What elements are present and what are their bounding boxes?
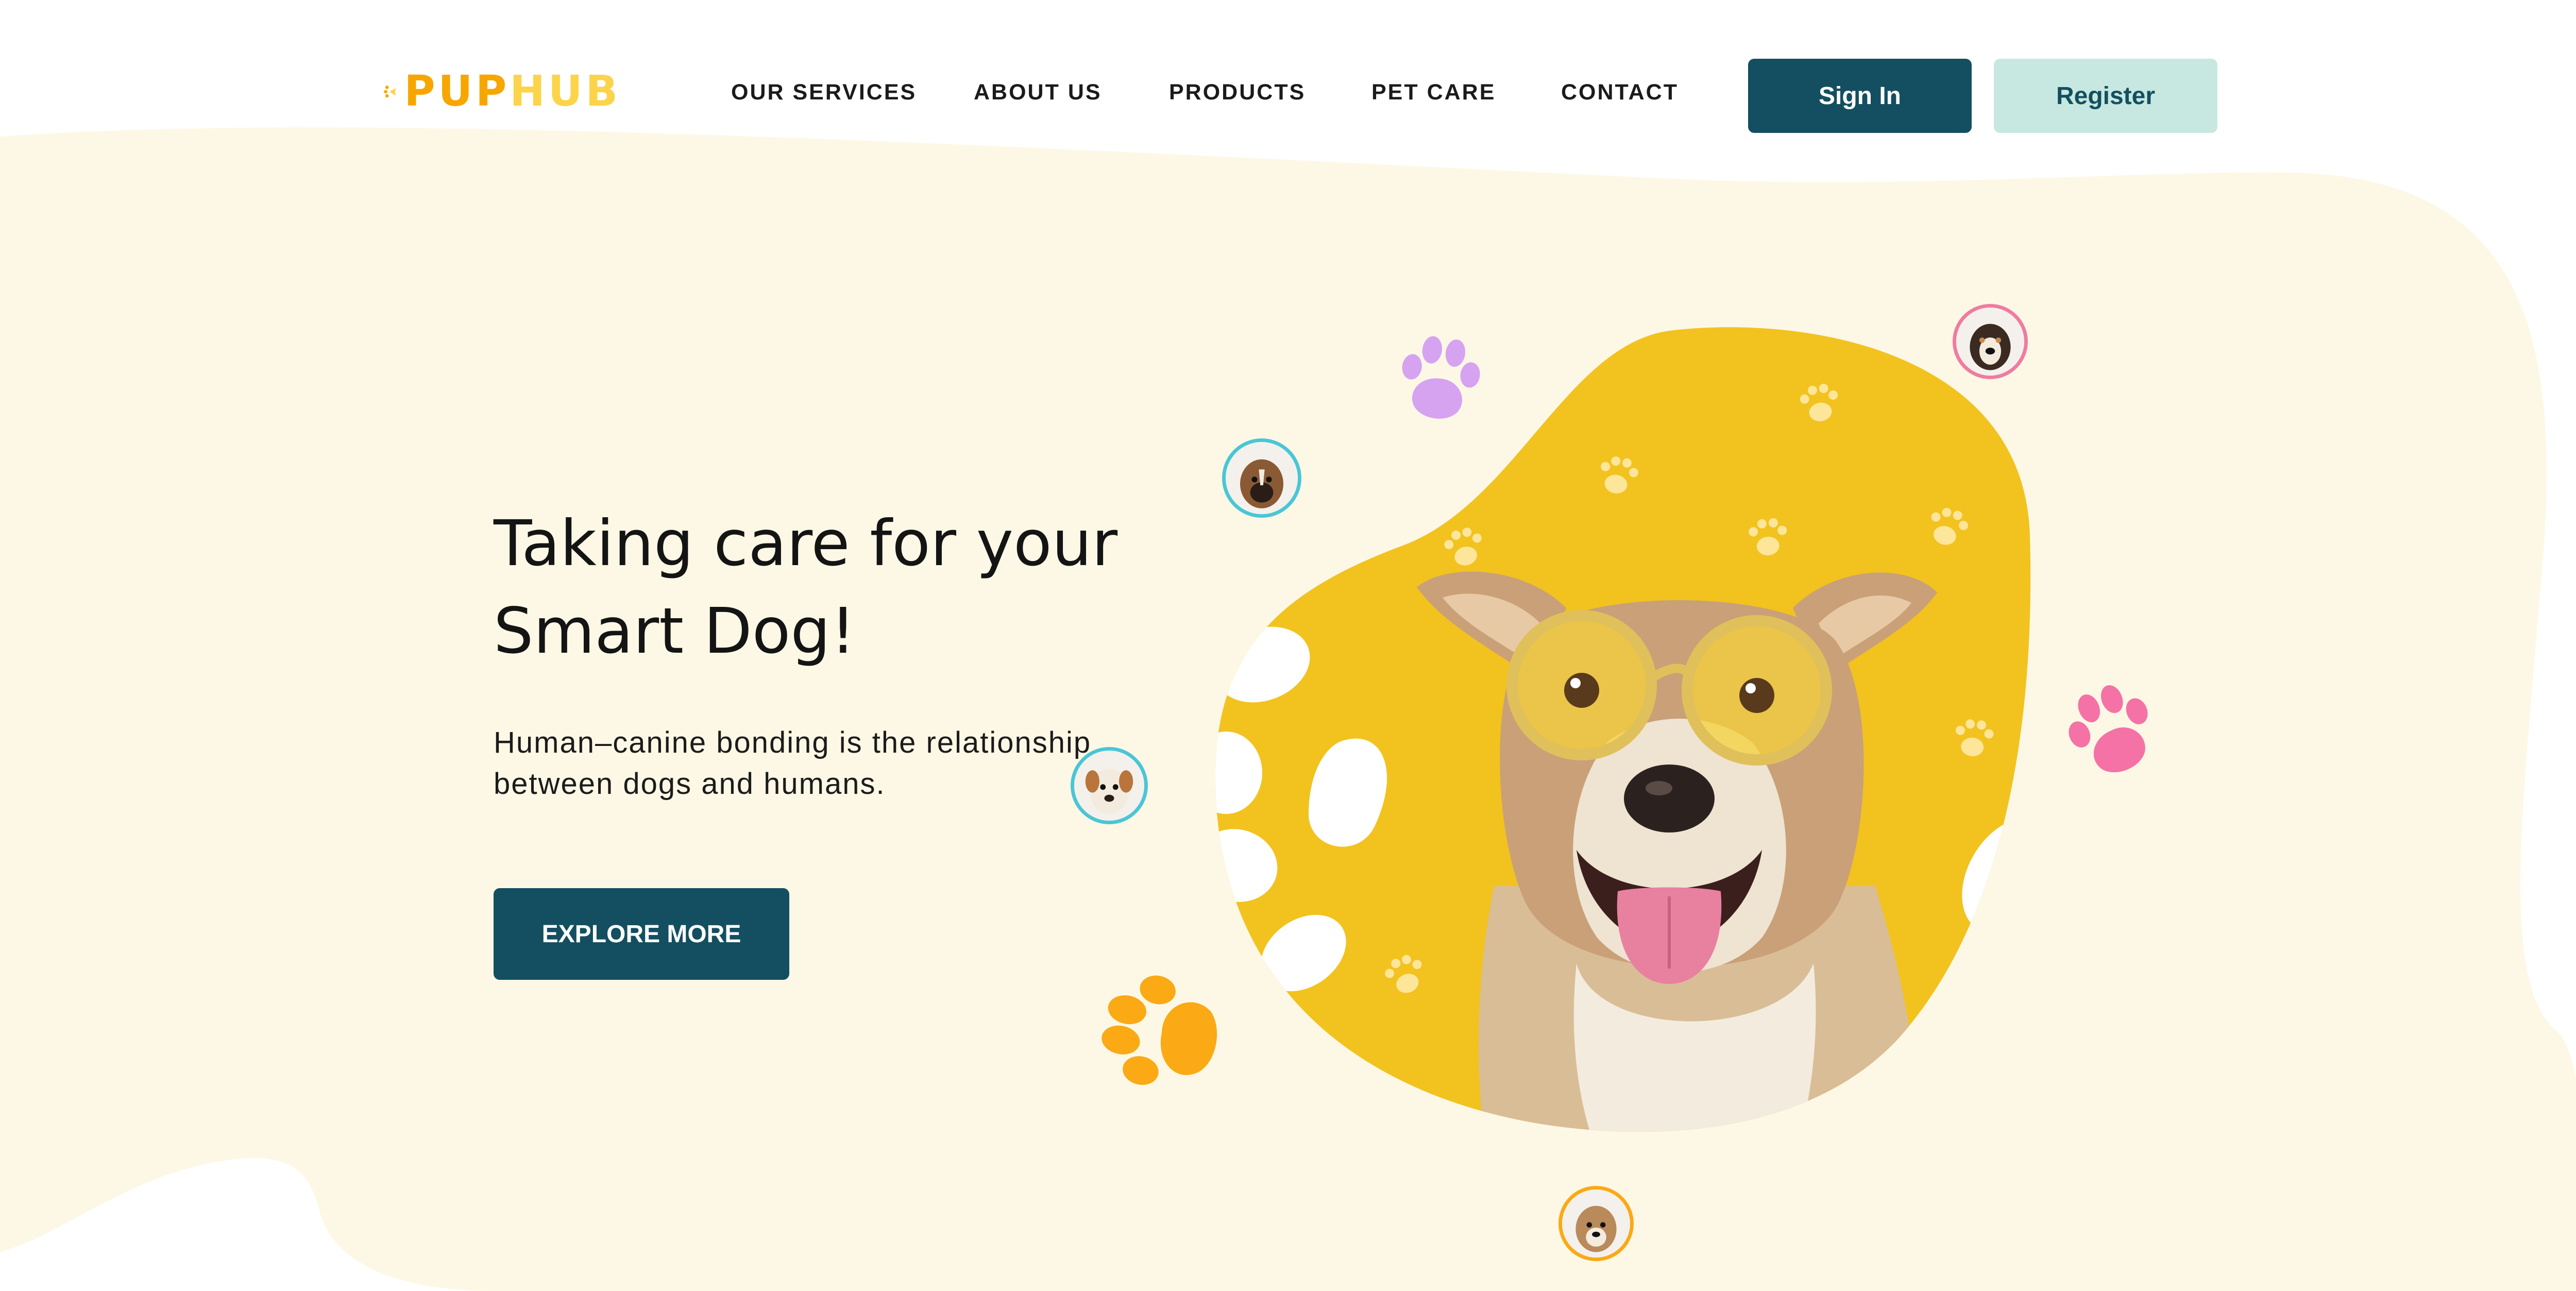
orange-paw-icon (1101, 975, 1217, 1085)
nav-products[interactable]: PRODUCTS (1169, 81, 1306, 104)
nav-about-us[interactable]: ABOUT US (974, 81, 1102, 104)
brand-name-part2: HUB (510, 67, 621, 116)
hero-title-line1: Taking care for your (494, 507, 1118, 580)
nav-contact[interactable]: CONTACT (1561, 81, 1679, 104)
dog-avatar-icon (1953, 304, 2028, 379)
hero-description-line2: between dogs and humans. (494, 767, 886, 801)
nav-our-services[interactable]: OUR SERVICES (731, 81, 917, 104)
hero-title-line2: Smart Dog! (494, 594, 856, 668)
pink-paw-icon (2069, 685, 2148, 773)
sign-in-button[interactable]: Sign In (1748, 59, 1972, 133)
dog-avatar-icon (1222, 438, 1301, 518)
explore-more-button[interactable]: EXPLORE MORE (494, 888, 789, 980)
purple-paw-icon (1402, 336, 1480, 419)
hero-title: Taking care for your Smart Dog! (494, 500, 1163, 675)
hero-dog-illustration (1215, 327, 2031, 1132)
dog-avatar-icon (1071, 747, 1148, 824)
brand-name-part1: PUP (404, 67, 510, 116)
paw-logo-icon (384, 86, 397, 98)
nav-pet-care[interactable]: PET CARE (1371, 81, 1496, 104)
hero-description: Human–canine bonding is the relationship… (494, 722, 1163, 805)
register-button[interactable]: Register (1994, 59, 2217, 133)
brand-logo[interactable]: PUPHUB (384, 63, 621, 121)
hero-description-line1: Human–canine bonding is the relationship (494, 726, 1092, 759)
dog-avatar-icon (1558, 1186, 1634, 1261)
